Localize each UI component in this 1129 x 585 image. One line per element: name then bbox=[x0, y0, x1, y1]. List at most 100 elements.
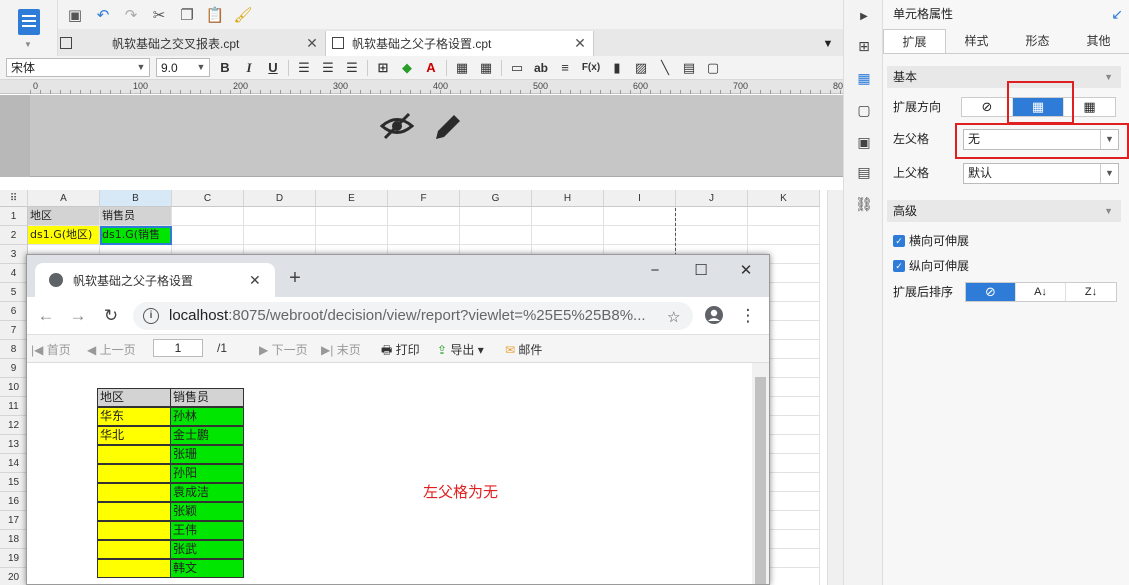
column-header[interactable]: K bbox=[748, 190, 820, 207]
cell-property-icon[interactable]: ▦ bbox=[854, 68, 874, 88]
sub-report-icon[interactable]: ▤ bbox=[680, 59, 698, 77]
select-all-corner[interactable]: ⠿ bbox=[0, 190, 28, 207]
minimize-icon[interactable]: − bbox=[645, 261, 665, 281]
info-icon[interactable]: i bbox=[143, 308, 159, 324]
address-bar[interactable]: i localhost:8075/webroot/decision/view/r… bbox=[133, 302, 693, 330]
section-advanced-header[interactable]: 高级 ▼ bbox=[887, 200, 1121, 222]
column-header[interactable]: C bbox=[172, 190, 244, 207]
cell-b1[interactable]: 销售员 bbox=[100, 207, 172, 226]
row-header[interactable]: 14 bbox=[0, 454, 28, 473]
row-header[interactable]: 9 bbox=[0, 359, 28, 378]
expand-arrow-icon[interactable]: ↙ bbox=[1111, 0, 1123, 29]
row-header[interactable]: 7 bbox=[0, 321, 28, 340]
reload-icon[interactable]: ↻ bbox=[100, 305, 122, 327]
column-header[interactable]: G bbox=[460, 190, 532, 207]
grid-cell[interactable] bbox=[316, 226, 388, 245]
column-header[interactable]: D bbox=[244, 190, 316, 207]
kebab-menu-icon[interactable]: ⋮ bbox=[737, 305, 759, 327]
copy-icon[interactable]: ❐ bbox=[178, 6, 196, 24]
grid-cell[interactable] bbox=[676, 226, 748, 245]
row-header[interactable]: 6 bbox=[0, 302, 28, 321]
grid-cell[interactable] bbox=[460, 207, 532, 226]
close-icon[interactable]: ✕ bbox=[305, 35, 319, 52]
diagonal-icon[interactable]: ╲ bbox=[656, 59, 674, 77]
row-header[interactable]: 1 bbox=[0, 207, 28, 226]
new-tab-icon[interactable]: + bbox=[283, 267, 307, 290]
row-header[interactable]: 15 bbox=[0, 473, 28, 492]
row-header[interactable]: 11 bbox=[0, 397, 28, 416]
grid-cell[interactable] bbox=[172, 207, 244, 226]
column-header[interactable]: E bbox=[316, 190, 388, 207]
grid-cell[interactable] bbox=[604, 207, 676, 226]
cut-icon[interactable]: ✂ bbox=[150, 6, 168, 24]
merge-cells-icon[interactable]: ▦ bbox=[453, 59, 471, 77]
next-page-button[interactable]: ▶ 下一页 bbox=[259, 341, 308, 358]
row-header[interactable]: 17 bbox=[0, 511, 28, 530]
back-arrow-icon[interactable]: ← bbox=[35, 305, 57, 327]
maximize-icon[interactable]: ☐ bbox=[691, 261, 711, 281]
image-icon[interactable]: ▨ bbox=[632, 59, 650, 77]
chevron-right-icon[interactable]: ▶ bbox=[854, 6, 874, 26]
vertical-expandable-checkbox[interactable]: ✓ 纵向可伸展 bbox=[893, 257, 969, 274]
scrollbar-thumb[interactable] bbox=[755, 377, 766, 584]
print-button[interactable]: 🖶 打印 bbox=[381, 341, 420, 362]
rich-text-icon[interactable]: ≡ bbox=[556, 59, 574, 77]
grid-cell[interactable] bbox=[532, 226, 604, 245]
close-icon[interactable]: ✕ bbox=[573, 35, 587, 52]
align-center-icon[interactable]: ☰ bbox=[319, 59, 337, 77]
cell-attribute-tab-icon[interactable]: ⊞ bbox=[854, 36, 874, 56]
page-number-input[interactable]: 1 bbox=[153, 339, 203, 357]
column-header[interactable]: A bbox=[28, 190, 100, 207]
grid-cell[interactable] bbox=[460, 226, 532, 245]
redo-icon[interactable]: ↷ bbox=[122, 6, 140, 24]
tab-other[interactable]: 其他 bbox=[1068, 29, 1129, 53]
top-parent-select[interactable]: 默认 ▼ bbox=[963, 163, 1119, 184]
chart-icon[interactable]: ▮ bbox=[608, 59, 626, 77]
forward-arrow-icon[interactable]: → bbox=[67, 305, 89, 327]
no-expand-icon[interactable]: ⊘ bbox=[962, 98, 1013, 116]
tab-expand[interactable]: 扩展 bbox=[883, 29, 946, 53]
profile-avatar-icon[interactable] bbox=[703, 305, 725, 327]
horizontal-expandable-checkbox[interactable]: ✓ 横向可伸展 bbox=[893, 232, 969, 249]
edit-pencil-icon[interactable] bbox=[432, 111, 464, 150]
tab-parent-child[interactable]: 帆软基础之父子格设置.cpt ✕ bbox=[326, 31, 594, 56]
insert-cell-icon[interactable]: ▭ bbox=[508, 59, 526, 77]
first-page-button[interactable]: |◀ 首页 bbox=[31, 341, 71, 358]
row-header[interactable]: 4 bbox=[0, 264, 28, 283]
close-icon[interactable]: ✕ bbox=[249, 272, 267, 289]
column-header[interactable]: F bbox=[388, 190, 460, 207]
no-sort-icon[interactable]: ⊘ bbox=[966, 283, 1016, 301]
save-icon[interactable]: ▣ bbox=[66, 6, 84, 24]
email-button[interactable]: ✉ 邮件 bbox=[505, 341, 542, 358]
cell-element-icon[interactable]: ▢ bbox=[704, 59, 722, 77]
grid-cell[interactable] bbox=[748, 207, 820, 226]
hidden-eye-icon[interactable] bbox=[379, 111, 415, 148]
font-color-icon[interactable]: A bbox=[422, 59, 440, 77]
grid-cell[interactable] bbox=[244, 207, 316, 226]
section-basic-header[interactable]: 基本 ▼ bbox=[887, 66, 1121, 88]
underline-button[interactable]: U bbox=[264, 59, 282, 77]
bookmark-star-icon[interactable]: ☆ bbox=[667, 308, 680, 326]
report-header-area[interactable] bbox=[0, 95, 843, 177]
last-page-button[interactable]: ▶| 末页 bbox=[321, 341, 361, 358]
row-header[interactable]: 8 bbox=[0, 340, 28, 359]
app-menu-button[interactable]: ▼ bbox=[0, 0, 58, 58]
grid-cell[interactable] bbox=[388, 226, 460, 245]
cell-a1[interactable]: 地区 bbox=[28, 207, 100, 226]
undo-icon[interactable]: ↶ bbox=[94, 6, 112, 24]
column-header[interactable]: I bbox=[604, 190, 676, 207]
row-header[interactable]: 13 bbox=[0, 435, 28, 454]
fill-color-icon[interactable]: ◆ bbox=[398, 59, 416, 77]
grid-cell[interactable] bbox=[388, 207, 460, 226]
font-family-select[interactable]: 宋体 ▼ bbox=[6, 58, 150, 77]
row-header[interactable]: 2 bbox=[0, 226, 28, 245]
hyperlink-icon[interactable]: ⛓ bbox=[854, 194, 874, 214]
preview-scrollbar[interactable] bbox=[752, 363, 769, 584]
row-header[interactable]: 19 bbox=[0, 549, 28, 568]
condition-attribute-icon[interactable]: ▤ bbox=[854, 162, 874, 182]
font-size-select[interactable]: 9.0 ▼ bbox=[156, 58, 210, 77]
row-header[interactable]: 18 bbox=[0, 530, 28, 549]
grid-cell[interactable] bbox=[676, 207, 748, 226]
tab-style[interactable]: 样式 bbox=[946, 29, 1007, 53]
row-header[interactable]: 12 bbox=[0, 416, 28, 435]
